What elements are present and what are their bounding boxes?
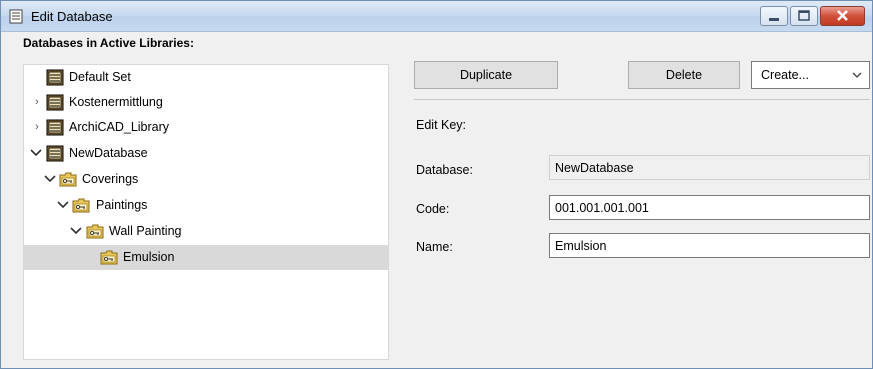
delete-button[interactable]: Delete xyxy=(628,61,740,89)
tree-item-default-set[interactable]: Default Set xyxy=(24,65,388,90)
chevron-down-icon xyxy=(852,72,862,78)
tree-item-archicad-library[interactable]: › ArchiCAD_Library xyxy=(24,115,388,140)
code-value: 001.001.001.001 xyxy=(555,201,649,215)
tree-item-wall-painting[interactable]: Wall Painting xyxy=(24,219,388,244)
key-folder-icon xyxy=(59,172,77,187)
code-field[interactable]: 001.001.001.001 xyxy=(549,195,870,220)
close-icon xyxy=(837,10,848,21)
title-bar[interactable]: Edit Database xyxy=(1,1,872,32)
database-icon xyxy=(46,119,64,136)
duplicate-button[interactable]: Duplicate xyxy=(414,61,558,89)
tree-item-coverings[interactable]: Coverings xyxy=(24,167,388,192)
chevron-right-icon[interactable]: › xyxy=(32,121,42,133)
tree-item-label: Coverings xyxy=(82,172,139,186)
chevron-down-icon[interactable] xyxy=(57,200,69,210)
tree-item-label: Emulsion xyxy=(123,250,175,264)
database-icon xyxy=(46,145,64,162)
code-label: Code: xyxy=(416,202,450,216)
tree-item-paintings[interactable]: Paintings xyxy=(24,193,388,218)
chevron-down-icon[interactable] xyxy=(44,174,56,184)
minimize-button[interactable] xyxy=(760,6,788,26)
maximize-icon xyxy=(798,10,810,21)
edit-database-window: Edit Database Databases in Active Librar… xyxy=(0,0,873,369)
key-folder-icon xyxy=(86,224,104,239)
chevron-right-icon[interactable]: › xyxy=(32,96,42,108)
tree-item-newdatabase[interactable]: NewDatabase xyxy=(24,141,388,166)
key-folder-icon xyxy=(100,250,118,265)
database-icon xyxy=(46,94,64,111)
tree-item-label: ArchiCAD_Library xyxy=(69,120,170,134)
database-field: NewDatabase xyxy=(549,155,870,180)
chevron-down-icon[interactable] xyxy=(70,226,82,236)
name-value: Emulsion xyxy=(555,239,607,253)
create-dropdown-value: Create... xyxy=(761,68,809,82)
create-dropdown[interactable]: Create... xyxy=(751,61,870,89)
key-folder-icon xyxy=(72,198,90,213)
edit-key-label: Edit Key: xyxy=(416,118,467,132)
database-app-icon xyxy=(9,9,23,24)
tree-item-kostenermittlung[interactable]: › Kostenermittlung xyxy=(24,90,388,115)
name-label: Name: xyxy=(416,240,453,254)
tree-item-label: Kostenermittlung xyxy=(69,95,163,109)
tree-item-emulsion[interactable]: Emulsion xyxy=(24,245,388,270)
minimize-icon xyxy=(769,18,779,21)
tree-item-label: Paintings xyxy=(96,198,148,212)
database-tree[interactable]: Default Set › Kostenermittlung › ArchiCA… xyxy=(23,64,389,360)
tree-heading: Databases in Active Libraries: xyxy=(23,36,194,50)
maximize-button[interactable] xyxy=(790,6,818,26)
close-button[interactable] xyxy=(820,6,865,26)
database-label: Database: xyxy=(416,163,473,177)
database-value: NewDatabase xyxy=(555,161,634,175)
chevron-down-icon[interactable] xyxy=(30,148,42,158)
tree-item-label: Wall Painting xyxy=(109,224,182,238)
name-field[interactable]: Emulsion xyxy=(549,233,870,258)
tree-item-label: NewDatabase xyxy=(69,146,148,160)
database-icon xyxy=(46,69,64,86)
divider xyxy=(414,99,870,100)
tree-item-label: Default Set xyxy=(69,70,131,84)
window-title: Edit Database xyxy=(31,9,113,24)
